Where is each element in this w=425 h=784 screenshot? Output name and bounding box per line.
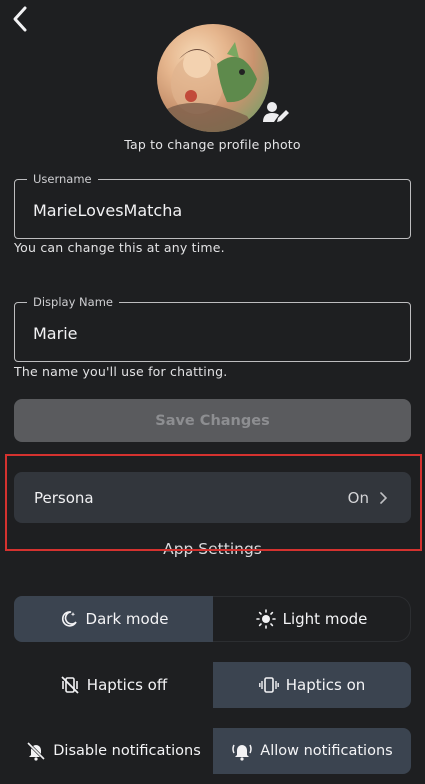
persona-label: Persona	[34, 488, 94, 507]
display-name-field[interactable]: Display Name Marie	[14, 295, 411, 362]
haptics-off-label: Haptics off	[86, 676, 168, 694]
save-changes-button[interactable]: Save Changes	[14, 399, 411, 442]
vibrate-icon	[258, 675, 279, 695]
disable-notifications-option[interactable]: Disable notifications	[14, 728, 213, 774]
profile-photo[interactable]	[157, 24, 289, 136]
persona-value: On	[347, 488, 369, 507]
back-chevron-icon	[13, 6, 27, 32]
haptics-off-option[interactable]: Haptics off	[14, 662, 213, 708]
username-value: MarieLovesMatcha	[33, 201, 183, 220]
dark-mode-label: Dark mode	[85, 610, 169, 628]
app-settings-title: App Settings	[163, 540, 262, 558]
avatar-image	[157, 24, 269, 132]
vibrate-off-icon	[60, 675, 80, 695]
light-mode-option[interactable]: Light mode	[213, 596, 411, 642]
allow-notifications-label: Allow notifications	[260, 743, 393, 759]
chevron-right-icon	[379, 491, 387, 504]
haptics-on-option[interactable]: Haptics on	[213, 662, 411, 708]
allow-notifications-option[interactable]: Allow notifications	[213, 728, 411, 774]
display-name-value: Marie	[33, 324, 78, 343]
username-field[interactable]: Username MarieLovesMatcha	[14, 172, 411, 239]
username-label: Username	[27, 172, 98, 186]
back-button[interactable]	[8, 4, 32, 34]
sun-icon	[255, 609, 276, 629]
dark-mode-option[interactable]: Dark mode	[14, 596, 213, 642]
moon-icon	[59, 609, 79, 629]
bell-ring-icon	[231, 741, 253, 761]
display-name-label: Display Name	[27, 295, 119, 309]
photo-caption: Tap to change profile photo	[124, 137, 301, 152]
persona-row[interactable]: Persona On	[14, 472, 411, 523]
username-helper: You can change this at any time.	[14, 240, 225, 255]
disable-notifications-label: Disable notifications	[53, 743, 201, 759]
haptics-on-label: Haptics on	[285, 676, 366, 694]
bell-off-icon	[26, 741, 46, 761]
edit-person-icon[interactable]	[263, 100, 291, 128]
display-name-helper: The name you'll use for chatting.	[14, 364, 228, 379]
light-mode-label: Light mode	[282, 610, 368, 628]
